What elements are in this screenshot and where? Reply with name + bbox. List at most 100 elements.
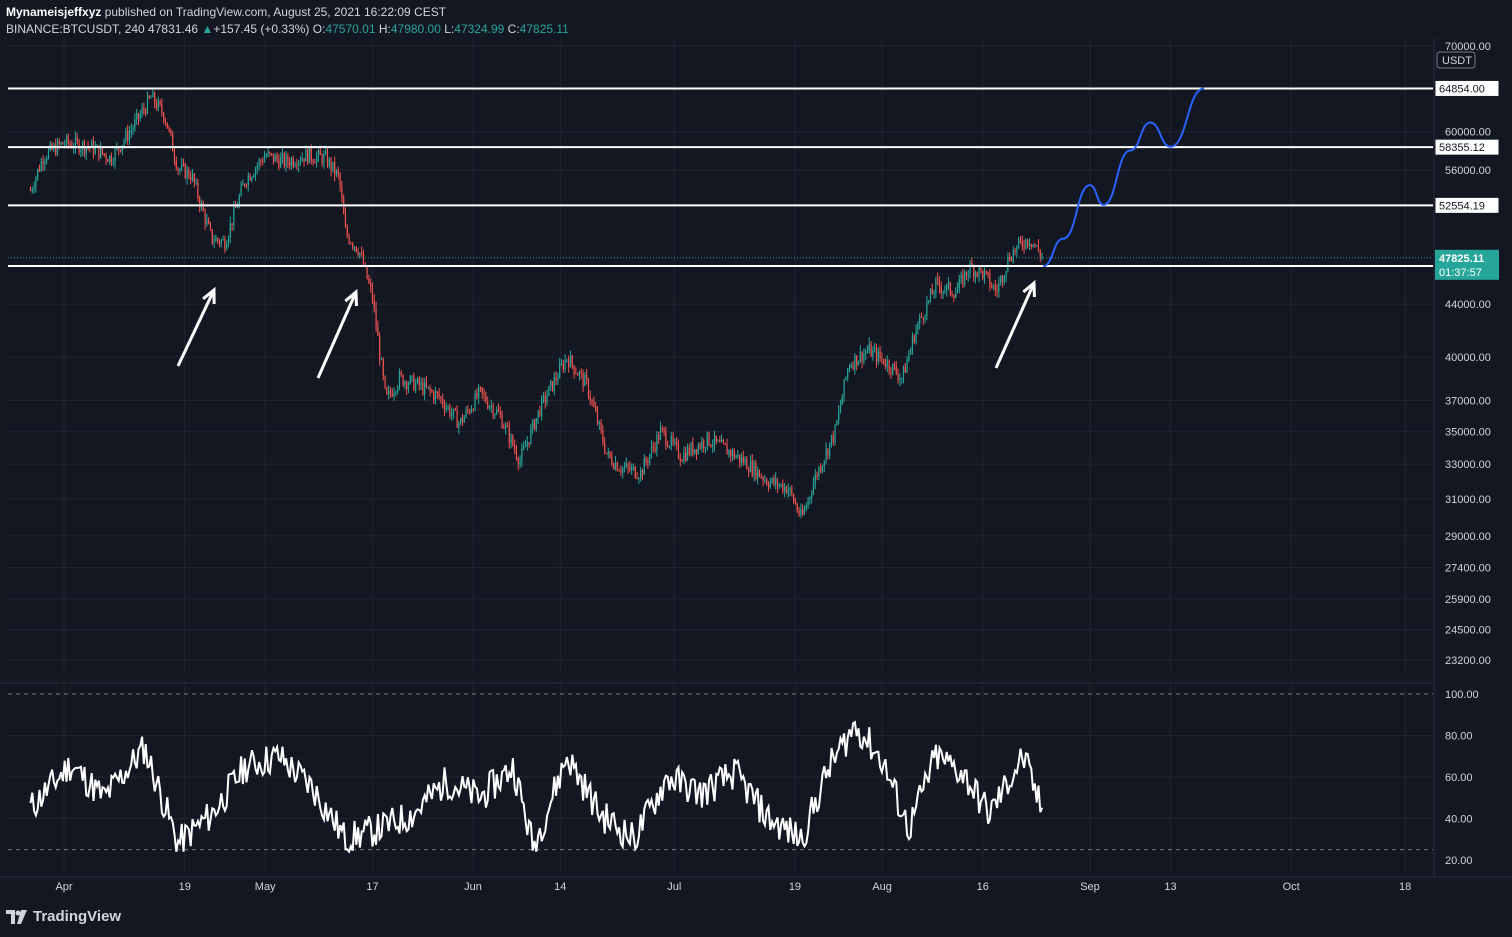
x-tick-label: 19 <box>789 881 801 893</box>
candle-body <box>470 409 473 413</box>
candle-body <box>508 426 510 443</box>
candle-body <box>938 280 941 288</box>
candle-body <box>299 161 302 163</box>
candle-body <box>641 470 644 475</box>
candle-body <box>76 137 78 141</box>
candle-body <box>722 439 725 444</box>
candle-body <box>506 424 509 427</box>
candle-body <box>130 130 132 133</box>
candle-body <box>209 223 212 230</box>
candle-body <box>361 252 363 255</box>
candle-body <box>308 148 311 164</box>
candle-body <box>407 383 410 389</box>
candle-body <box>674 441 676 443</box>
candle-body <box>650 446 653 455</box>
candle-body <box>717 440 719 442</box>
candle-body <box>973 266 975 278</box>
candle-body <box>213 241 215 243</box>
candle-body <box>893 363 896 367</box>
candle-body <box>740 456 743 463</box>
candle-body <box>848 367 851 369</box>
candle-body <box>276 155 278 160</box>
y-tick-label: 31000.00 <box>1445 494 1491 506</box>
candle-body <box>227 237 230 245</box>
candle-body <box>164 120 167 123</box>
candle-body <box>119 149 122 152</box>
candle-body <box>764 479 766 481</box>
x-tick-label: 17 <box>366 881 378 893</box>
candle-body <box>872 350 874 357</box>
candle-body <box>226 244 228 250</box>
candle-body <box>710 445 712 447</box>
candle-body <box>573 365 575 374</box>
candle-body <box>463 416 465 423</box>
candle-body <box>548 385 550 396</box>
candle-body <box>695 449 698 454</box>
chart-canvas[interactable]: 64854.0058355.1252554.1947122.2847825.11… <box>0 0 1512 937</box>
candle-body <box>294 165 296 167</box>
candle-body <box>985 271 987 273</box>
candle-body <box>314 162 316 164</box>
candle-body <box>262 161 264 163</box>
y-tick-label: 37000.00 <box>1445 395 1491 407</box>
candle-body <box>983 271 986 279</box>
candle-body <box>290 158 293 166</box>
candle-body <box>935 278 937 293</box>
candle-body <box>334 162 336 175</box>
symbol-label[interactable]: BINANCE:BTCUSDT, 240 <box>6 22 145 36</box>
candle-body <box>420 382 422 386</box>
candle-body <box>978 267 980 277</box>
candle-body <box>283 153 285 167</box>
candle-body <box>677 443 680 458</box>
candle-body <box>584 375 586 387</box>
candle-body <box>834 425 836 442</box>
candle-body <box>751 460 753 476</box>
candle-body <box>798 510 800 515</box>
candle-body <box>112 162 114 164</box>
candle-body <box>802 509 804 515</box>
candle-body <box>866 350 869 353</box>
candle-body <box>659 427 662 440</box>
candle-body <box>807 498 809 506</box>
candle-body <box>436 391 438 394</box>
brand-footer[interactable]: TradingView <box>6 908 121 925</box>
candle-body <box>132 127 134 131</box>
candle-body <box>821 465 824 472</box>
candle-body <box>271 153 273 155</box>
candle-body <box>728 450 730 455</box>
candle-body <box>580 372 582 374</box>
level-label: 52554.19 <box>1439 200 1485 212</box>
candle-body <box>931 289 933 295</box>
candle-body <box>582 372 584 387</box>
candle-body <box>298 161 300 166</box>
candle-body <box>683 452 685 462</box>
candle-body <box>166 122 168 129</box>
candle-body <box>713 435 716 446</box>
candle-body <box>586 375 588 380</box>
candle-body <box>649 454 651 463</box>
candle-body <box>1032 244 1034 247</box>
candle-body <box>613 464 615 469</box>
candle-body <box>398 372 401 387</box>
candle-body <box>1021 241 1023 247</box>
candle-body <box>726 444 728 455</box>
candle-body <box>785 486 788 494</box>
candle-body <box>370 282 372 287</box>
candle-body <box>109 155 111 163</box>
candle-body <box>679 457 681 461</box>
candle-body <box>145 110 147 114</box>
candle-body <box>749 460 752 472</box>
candle-body <box>852 365 854 369</box>
author-name[interactable]: Mynameisjeffxyz <box>6 5 101 19</box>
candle-body <box>460 417 462 423</box>
candle-body <box>578 372 581 376</box>
candle-body <box>461 417 464 423</box>
candle-body <box>805 505 807 509</box>
candle-body <box>593 401 595 407</box>
candle-body <box>425 382 428 388</box>
candle-body <box>587 379 590 397</box>
candle-body <box>488 406 491 409</box>
candle-body <box>881 357 883 359</box>
candle-body <box>236 206 239 208</box>
candle-body <box>245 185 248 187</box>
